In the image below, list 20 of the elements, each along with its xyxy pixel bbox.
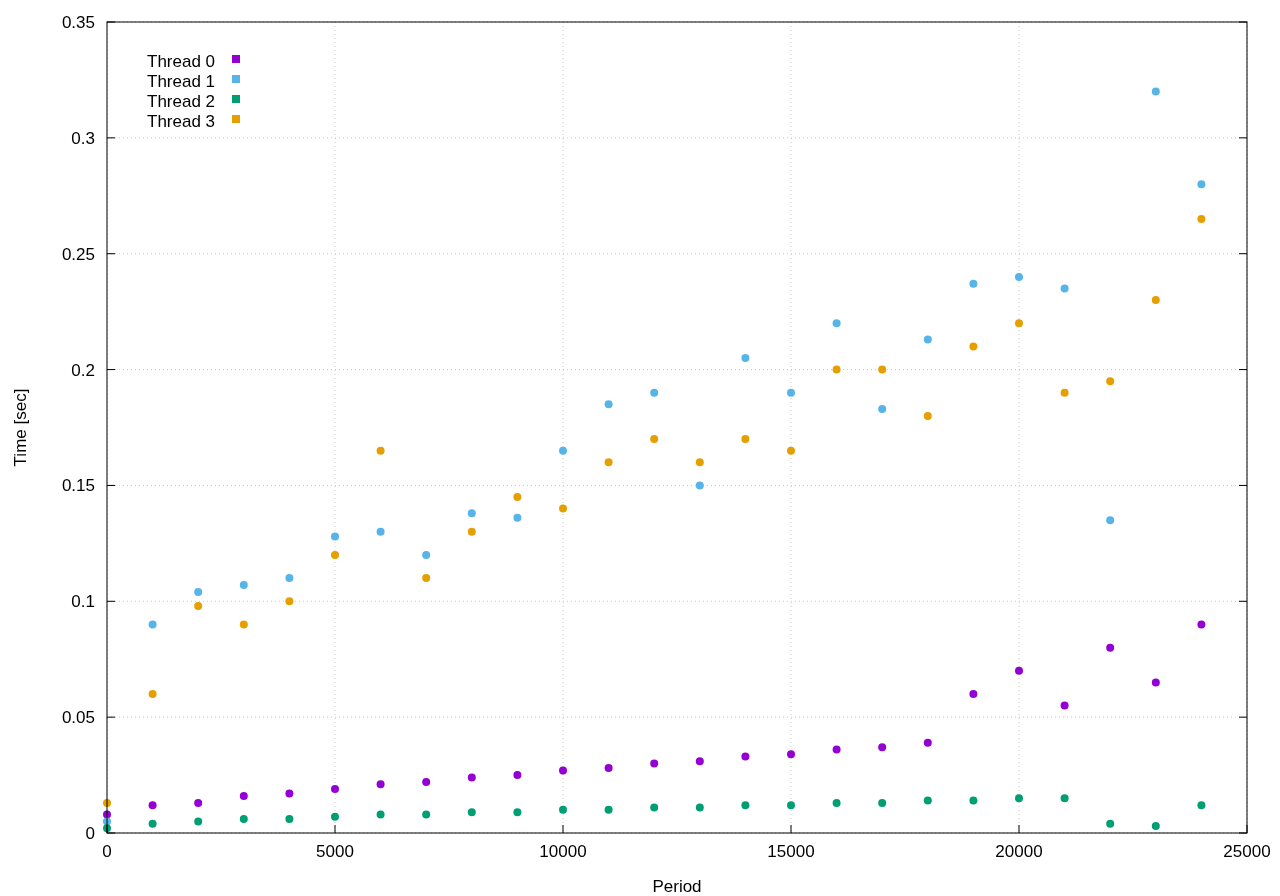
- legend-label: Thread 0: [147, 52, 216, 71]
- y-tick-label: 0.25: [61, 244, 95, 264]
- y-tick-label: 0.1: [71, 592, 95, 612]
- x-tick-label: 20000: [995, 842, 1043, 861]
- x-tick-label: 10000: [539, 842, 587, 861]
- y-tick-label: 0: [85, 824, 95, 843]
- legend-label: Thread 1: [147, 72, 216, 91]
- x-axis-label: Period: [652, 877, 702, 896]
- x-tick-label: 5000: [316, 842, 354, 861]
- legend-label: Thread 3: [147, 112, 216, 131]
- x-tick-label: 0: [102, 842, 112, 861]
- y-tick-label: 0.15: [61, 476, 95, 496]
- legend-label: Thread 2: [147, 92, 216, 111]
- x-tick-label: 15000: [767, 842, 815, 861]
- y-tick-label: 0.3: [71, 128, 95, 148]
- y-tick-label: 0.2: [71, 360, 95, 380]
- y-axis-label: Time [sec]: [11, 388, 30, 467]
- y-tick-label: 0.05: [61, 708, 95, 728]
- x-tick-label: 25000: [1223, 842, 1271, 861]
- y-tick-label: 0.35: [61, 13, 95, 32]
